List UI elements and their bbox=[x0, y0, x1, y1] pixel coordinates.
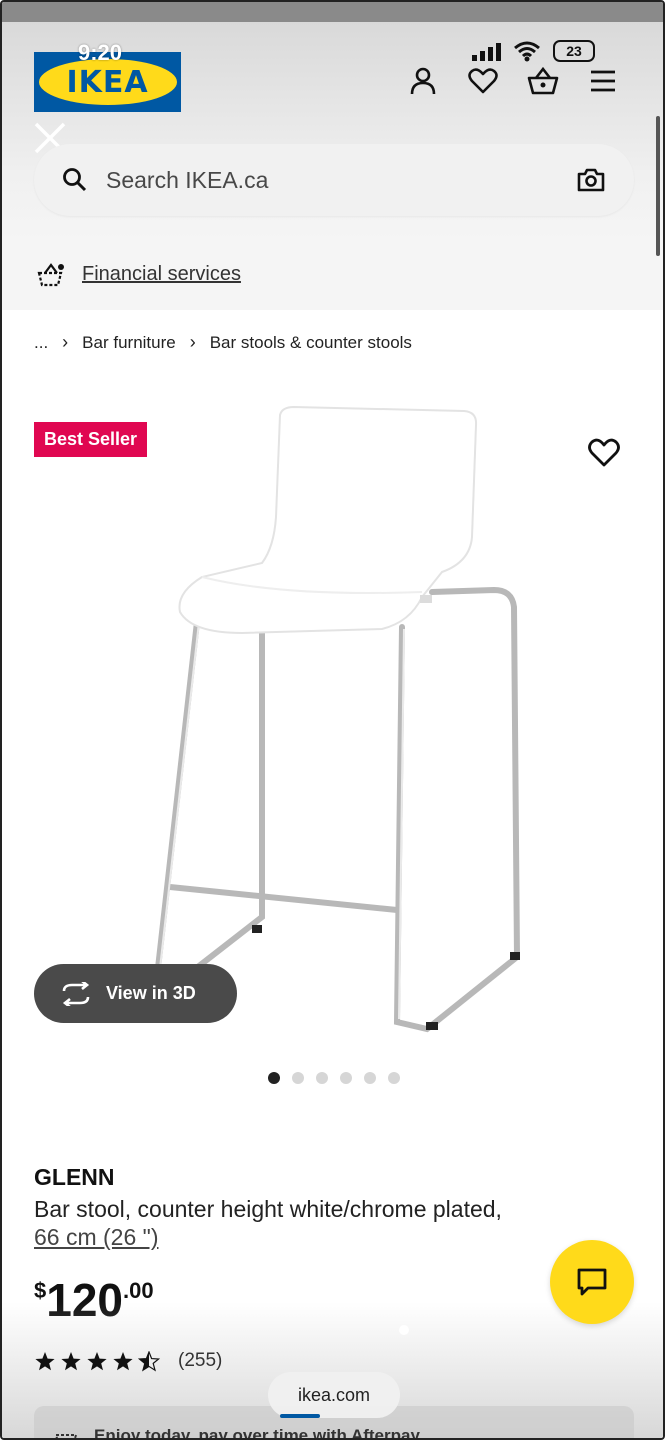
camera-icon[interactable] bbox=[576, 167, 606, 193]
menu-icon[interactable] bbox=[587, 64, 619, 98]
carousel-dot[interactable] bbox=[316, 1072, 328, 1084]
breadcrumb-ellipsis[interactable]: ... bbox=[34, 333, 48, 353]
carousel-dot[interactable] bbox=[268, 1072, 280, 1084]
view-in-3d-label: View in 3D bbox=[106, 983, 196, 1003]
breadcrumb-item-bar-furniture[interactable]: Bar furniture bbox=[82, 333, 176, 353]
chat-icon bbox=[577, 1268, 607, 1296]
wifi-icon bbox=[514, 41, 540, 62]
breadcrumb: ... › Bar furniture › Bar stools & count… bbox=[34, 332, 412, 353]
scrollbar[interactable] bbox=[656, 116, 660, 256]
chat-button[interactable] bbox=[550, 1240, 634, 1324]
star-full-icon bbox=[61, 1351, 81, 1370]
afterpay-icon bbox=[54, 1434, 78, 1438]
image-carousel-dots bbox=[268, 1072, 400, 1084]
product-size-link[interactable]: 66 cm (26 ") bbox=[34, 1224, 158, 1251]
view-in-3d-button[interactable]: View in 3D bbox=[34, 964, 237, 1023]
star-half-icon bbox=[138, 1350, 160, 1372]
signal-icon bbox=[472, 41, 501, 61]
status-time: 9:20 bbox=[78, 40, 123, 65]
price-currency: $ bbox=[34, 1278, 47, 1303]
carousel-dot[interactable] bbox=[364, 1072, 376, 1084]
rating-stars bbox=[34, 1350, 160, 1372]
wishlist-heart-icon[interactable] bbox=[587, 437, 621, 469]
carousel-dot[interactable] bbox=[388, 1072, 400, 1084]
product-name: GLENN bbox=[34, 1164, 115, 1190]
basket-icon[interactable] bbox=[527, 64, 559, 98]
header-icons bbox=[407, 64, 619, 98]
app-frame: IKEA 9:20 23 Search IKEA.ca Financial se… bbox=[0, 0, 665, 1440]
url-progress-bar bbox=[280, 1414, 320, 1418]
star-full-icon bbox=[113, 1351, 133, 1370]
product-rating[interactable]: (255) bbox=[34, 1350, 222, 1372]
chevron-right-icon: › bbox=[189, 332, 196, 352]
product-image[interactable] bbox=[142, 397, 542, 1047]
battery-icon: 23 bbox=[553, 40, 595, 62]
search-bar[interactable]: Search IKEA.ca bbox=[34, 144, 634, 216]
profile-icon[interactable] bbox=[407, 64, 439, 98]
carousel-dot[interactable] bbox=[340, 1072, 352, 1084]
financial-services-bar[interactable]: Financial services bbox=[2, 238, 663, 310]
rating-count: (255) bbox=[178, 1350, 223, 1371]
browser-url-pill[interactable]: ikea.com bbox=[268, 1372, 400, 1418]
breadcrumb-item-bar-stools[interactable]: Bar stools & counter stools bbox=[210, 333, 412, 353]
heart-icon[interactable] bbox=[467, 64, 499, 98]
best-seller-badge: Best Seller bbox=[34, 422, 148, 457]
price-decimals: .00 bbox=[123, 1278, 154, 1303]
product-description: Bar stool, counter height white/chrome p… bbox=[34, 1196, 502, 1222]
carousel-dot[interactable] bbox=[292, 1072, 304, 1084]
search-icon bbox=[63, 168, 87, 192]
chevron-right-icon: › bbox=[62, 332, 69, 352]
financial-services-link[interactable]: Financial services bbox=[82, 263, 241, 286]
star-full-icon bbox=[35, 1351, 55, 1370]
afterpay-text: Enjoy today, pay over time with Afterpay bbox=[94, 1426, 420, 1440]
page-indicator-dot bbox=[399, 1325, 409, 1335]
status-icons: 23 bbox=[472, 40, 595, 62]
top-band bbox=[2, 2, 663, 22]
star-full-icon bbox=[87, 1351, 107, 1370]
financial-services-icon bbox=[37, 263, 64, 287]
search-input[interactable]: Search IKEA.ca bbox=[106, 167, 576, 194]
rotate-3d-icon bbox=[62, 981, 90, 1006]
